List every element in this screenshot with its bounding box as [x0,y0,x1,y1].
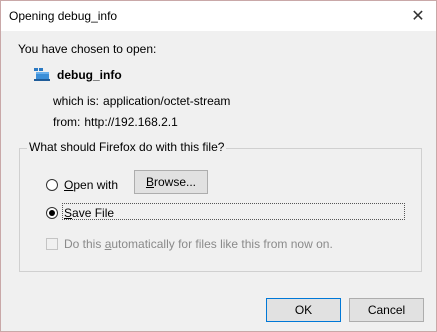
action-group-legend: What should Firefox do with this file? [27,140,227,154]
save-file-radio[interactable] [46,207,58,219]
open-with-label-rest: pen with [73,178,119,192]
auto-action-checkbox[interactable] [46,238,58,250]
download-dialog: Opening debug_info ✕ You have chosen to … [0,0,437,332]
file-source-value: http://192.168.2.1 [84,115,178,129]
file-type-value: application/octet-stream [103,94,231,108]
window-title: Opening debug_info [9,9,118,23]
browse-label-rest: rowse... [154,175,197,189]
open-with-label[interactable]: Open with [64,178,118,192]
file-generic-icon [34,68,50,81]
title-bar: Opening debug_info ✕ [1,1,436,31]
file-source-row: from: http://192.168.2.1 [53,115,178,129]
open-with-mnemonic: O [64,178,74,192]
close-icon[interactable]: ✕ [410,6,426,26]
auto-action-rest: utomatically for files like this from no… [111,237,333,251]
browse-mnemonic: B [145,175,154,189]
file-type-label: which is: [53,94,100,108]
file-name: debug_info [57,68,122,82]
radio-selected-dot [49,210,55,216]
file-source-label: from: [53,115,81,129]
intro-text: You have chosen to open: [18,42,157,56]
save-file-label[interactable]: Save File [64,206,114,220]
cancel-button[interactable]: Cancel [349,298,424,322]
browse-button[interactable]: Browse... [134,170,208,194]
auto-action-prefix: Do this [64,237,105,251]
file-type-row: which is: application/octet-stream [53,94,230,108]
ok-button[interactable]: OK [266,298,341,322]
auto-action-label: Do this automatically for files like thi… [64,237,333,251]
save-file-label-rest: ave File [72,206,115,220]
save-file-mnemonic: S [64,206,73,220]
open-with-radio[interactable] [46,179,58,191]
